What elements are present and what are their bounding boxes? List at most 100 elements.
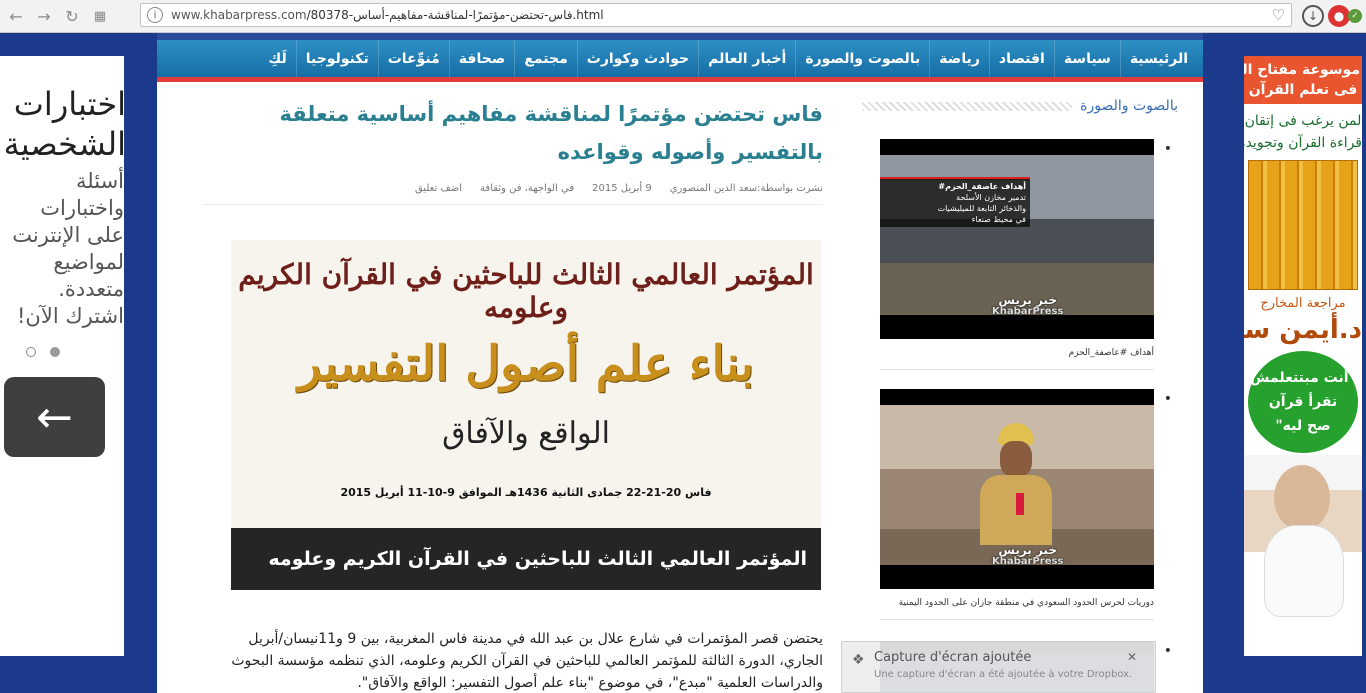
overlay-tag: أهداف عاصفة_الحزم# [938,182,1026,191]
menu-item-society[interactable]: مجتمع [514,40,576,77]
ad-text-line: لمواضيع [53,250,124,274]
ad-heading-line2: الشخصية [3,125,124,163]
arrow-left-icon: ← [9,6,23,26]
toast-message: Une capture d'écran a été ajoutée à votr… [874,669,1133,680]
ad-text-line: على الإنترنت [12,223,124,247]
title-stripes [862,101,1073,111]
ad-text-line: اشترك الآن! [17,304,124,328]
ad-subtitle-line: قراءة القرآن وتجويده [1244,135,1362,151]
apps-grid-icon: ▦ [93,8,107,24]
khabarpress-watermark: خبر بريس KhabarPress [992,293,1064,317]
right-advertisement[interactable]: موسوعة مفتاح القرآن فى تعلم القرآن لمن ي… [1244,56,1362,656]
menu-item-video[interactable]: بالصوت والصورة [795,40,929,77]
menu-item-press[interactable]: صحافة [448,40,515,77]
video-thumbnail[interactable]: خبر بريس KhabarPress [880,389,1154,589]
ad-banner: موسوعة مفتاح القرآن فى تعلم القرآن [1244,56,1362,104]
watermark-ar: خبر بريس [998,543,1058,557]
back-button[interactable]: ← [4,4,28,28]
ad-arrow-button[interactable]: ← [4,377,105,457]
ad-banner-line: موسوعة مفتاح القرآن [1244,62,1360,78]
info-icon[interactable]: i [147,7,163,23]
article-hero-image[interactable]: المؤتمر العالمي الثالث للباحثين في القرآ… [231,240,821,590]
ad-text-line: واختبارات [40,196,124,220]
toast-title: Capture d'écran ajoutée [874,650,1032,665]
left-advertisement[interactable]: اختبارات الشخصية أسئلة واختبارات على الإ… [0,56,124,656]
browser-toolbar: ← → ↻ ▦ i www.khabarpress.com/80378-فاس-… [0,0,1366,33]
overlay-line: تدمير مخازن الأسلحة [956,193,1026,202]
extension-icon[interactable]: ● [1328,5,1350,27]
ad-quote-line: صح ليه" [1275,418,1331,434]
video-overlay-text: أهداف عاصفة_الحزم# تدمير مخازن الأسلحة و… [880,179,1030,227]
ad-review-text: مراجعة المخارج [1260,296,1346,311]
arrow-right-icon: → [37,6,51,26]
watermark-ar: خبر بريس [998,293,1058,307]
apps-button[interactable]: ▦ [88,4,112,28]
ad-text-line: متعددة. [58,277,124,301]
ad-subtitle-line: لمن يرغب فى إتقان [1244,113,1362,129]
books-image [1248,160,1358,290]
hero-caption: المؤتمر العالمي الثالث للباحثين في القرآ… [231,528,821,590]
ad-text-line: أسئلة [76,169,124,193]
menu-item-accidents[interactable]: حوادث وكوارث [576,40,698,77]
divider [880,619,1154,620]
arrow-left-icon: ← [36,391,73,443]
watermark-en: KhabarPress [992,306,1064,317]
reload-icon: ↻ [65,6,79,26]
menu-item-economy[interactable]: اقتصاد [988,40,1054,77]
forward-button[interactable]: → [32,4,56,28]
meta-category[interactable]: في الواجهة، فن وثقافة [480,183,574,194]
list-bullet: • [1163,141,1172,157]
sidebar-title-text[interactable]: بالصوت والصورة [1080,98,1178,114]
ad-heading-line1: اختبارات [13,85,124,123]
menu-item-women[interactable]: لَكِ [259,40,295,77]
ad-subtitle: لمن يرغب فى إتقان قراءة القرآن وتجويده [1244,110,1362,154]
list-bullet: • [1163,643,1172,659]
carousel-dot[interactable] [26,347,36,357]
hero-line3: الواقع والآفاق [442,416,610,451]
sidebar-title: بالصوت والصورة [862,95,1178,117]
meta-comment-link[interactable]: اضف تعليق [415,183,462,194]
video-thumbnail[interactable]: أهداف عاصفة_الحزم# تدمير مخازن الأسلحة و… [880,139,1154,339]
url-host: www.khabarpress.com [171,8,307,22]
article-title[interactable]: فاس تحتضن مؤتمرًا لمناقشة مفاهيم أساسية … [205,95,823,171]
menu-item-home[interactable]: الرئيسية [1119,40,1197,77]
download-extension-icon[interactable]: ↓ [1302,5,1324,27]
top-strip [157,33,1203,40]
ad-carousel-dots [26,347,60,357]
video-item[interactable]: • أهداف عاصفة_الحزم# تدمير مخازن الأسلحة… [880,139,1172,370]
hero-line1: المؤتمر العالمي الثالث للباحثين في القرآ… [238,258,814,324]
menu-item-world[interactable]: أخبار العالم [698,40,795,77]
heart-icon[interactable]: ♡ [1272,6,1285,24]
watermark-en: KhabarPress [992,556,1064,567]
url-path: /80378-فاس-تحتضن-مؤتمرًا-لمناقشة-مفاهيم-… [306,8,604,22]
dropbox-toast[interactable]: ❖ Capture d'écran ajoutée Une capture d'… [841,641,1156,693]
menu-item-sports[interactable]: رياضة [929,40,989,77]
hero-line2: بناء علم أصول التفسير [298,336,754,392]
ad-quote-line: "أنت مبتتعلمش [1250,370,1356,386]
carousel-dot-active[interactable] [50,347,60,357]
menu-item-tech[interactable]: تكنولوجيا [295,40,378,77]
video-caption[interactable]: أهداف #عاصفة_الحزم [880,347,1154,359]
overlay-line: في محيط صنعاء [971,215,1026,224]
menu-item-misc[interactable]: مُنوِّعات [377,40,449,77]
list-bullet: • [1163,391,1172,407]
ad-quote-bubble: "أنت مبتتعلمش تقرأ قرآن صح ليه" [1248,351,1358,453]
body-line: والدراسات العلمية "مبدع"، في موضوع "بناء… [357,675,823,691]
ad-portrait-image [1244,455,1362,631]
divider [203,204,823,205]
extension-check-icon[interactable]: ✓ [1348,9,1362,23]
site-container: الرئيسية سياسة اقتصاد رياضة بالصوت والصو… [157,33,1203,693]
video-caption[interactable]: دوريات لحرس الحدود السعودي في منطقة جازا… [880,597,1154,609]
menu-item-politics[interactable]: سياسة [1053,40,1120,77]
reporter-figure [980,423,1052,545]
ad-banner-line: فى تعلم القرآن [1248,82,1358,98]
meta-author[interactable]: نشرت بواسطة:سعد الدين المنصوري [670,183,823,194]
reload-button[interactable]: ↻ [60,4,84,28]
khabarpress-watermark: خبر بريس KhabarPress [992,543,1064,567]
article: فاس تحتضن مؤتمرًا لمناقشة مفاهيم أساسية … [203,95,823,693]
overlay-line: والذخائر التابعة للميليشيات [937,204,1026,213]
sidebar: بالصوت والصورة • أهداف عاصفة_الحزم# تدمي… [862,95,1178,693]
close-icon[interactable]: ✕ [1127,650,1137,664]
video-item[interactable]: • خبر بريس KhabarPress دوريات لحرس الحدو… [880,389,1172,620]
address-bar[interactable]: i www.khabarpress.com/80378-فاس-تحتضن-مؤ… [140,3,1292,27]
